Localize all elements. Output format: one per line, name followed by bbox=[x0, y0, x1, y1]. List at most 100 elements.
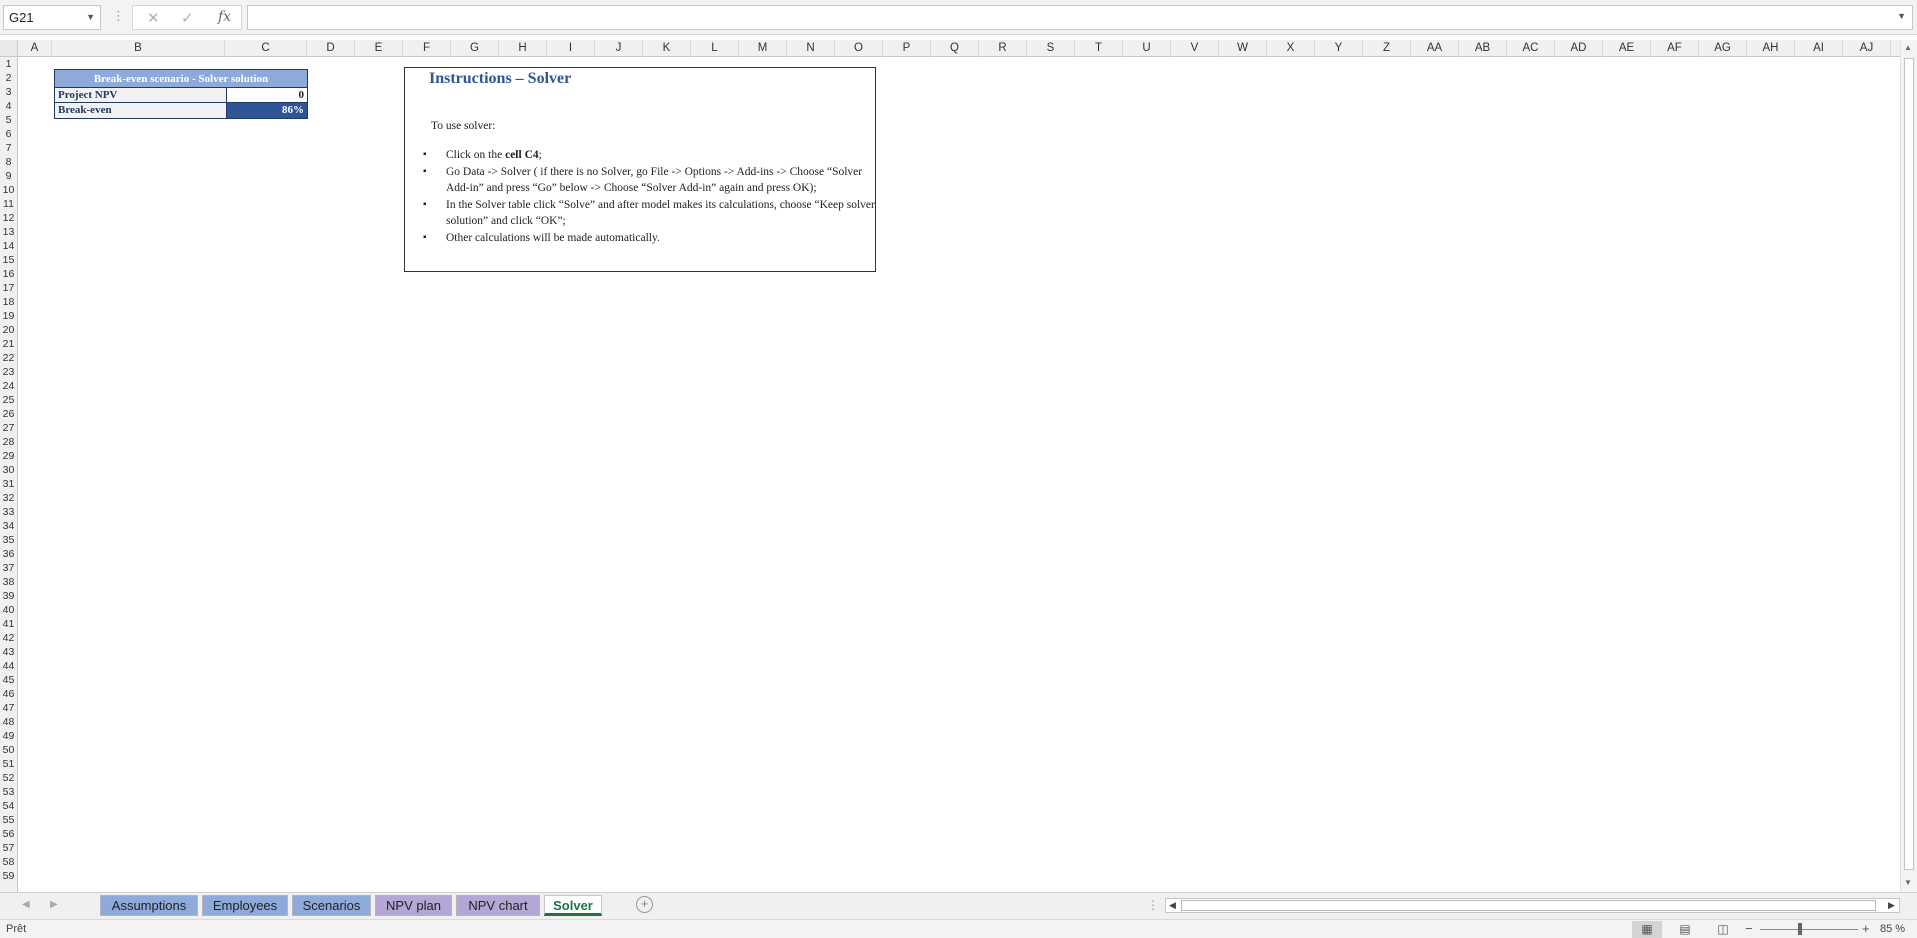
tab-npv-chart[interactable]: NPV chart bbox=[456, 895, 540, 916]
enter-icon[interactable]: ✓ bbox=[181, 9, 194, 27]
row-header[interactable]: 36 bbox=[0, 547, 17, 561]
scroll-left-icon[interactable]: ◀ bbox=[1169, 900, 1176, 911]
break-even-value[interactable]: 86% bbox=[227, 103, 307, 118]
row-header[interactable]: 11 bbox=[0, 197, 17, 211]
next-sheet-icon[interactable]: ▶ bbox=[50, 899, 58, 910]
cancel-icon[interactable]: ✕ bbox=[147, 9, 160, 27]
column-header[interactable]: AE bbox=[1603, 40, 1651, 57]
row-header[interactable]: 32 bbox=[0, 491, 17, 505]
row-header[interactable]: 45 bbox=[0, 673, 17, 687]
tab-solver[interactable]: Solver bbox=[544, 895, 602, 916]
row-header[interactable]: 9 bbox=[0, 169, 17, 183]
column-header[interactable]: O bbox=[835, 40, 883, 57]
name-box[interactable]: G21 ▼ bbox=[3, 5, 101, 30]
row-header[interactable]: 5 bbox=[0, 113, 17, 127]
row-header[interactable]: 37 bbox=[0, 561, 17, 575]
row-header[interactable]: 39 bbox=[0, 589, 17, 603]
row-header[interactable]: 43 bbox=[0, 645, 17, 659]
zoom-slider-thumb[interactable] bbox=[1798, 923, 1802, 935]
row-header[interactable]: 25 bbox=[0, 393, 17, 407]
row-header[interactable]: 51 bbox=[0, 757, 17, 771]
column-header[interactable]: B bbox=[52, 40, 225, 57]
column-header[interactable]: Q bbox=[931, 40, 979, 57]
column-header[interactable]: J bbox=[595, 40, 643, 57]
row-header[interactable]: 57 bbox=[0, 841, 17, 855]
tab-assumptions[interactable]: Assumptions bbox=[100, 895, 198, 916]
row-header[interactable]: 58 bbox=[0, 855, 17, 869]
column-header[interactable]: K bbox=[643, 40, 691, 57]
column-header[interactable]: S bbox=[1027, 40, 1075, 57]
row-header[interactable]: 35 bbox=[0, 533, 17, 547]
row-header[interactable]: 31 bbox=[0, 477, 17, 491]
prev-sheet-icon[interactable]: ◀ bbox=[22, 899, 30, 910]
scroll-right-icon[interactable]: ▶ bbox=[1888, 900, 1895, 911]
row-header[interactable]: 12 bbox=[0, 211, 17, 225]
row-header[interactable]: 4 bbox=[0, 99, 17, 113]
column-header[interactable]: Z bbox=[1363, 40, 1411, 57]
row-header[interactable]: 54 bbox=[0, 799, 17, 813]
row-header[interactable]: 14 bbox=[0, 239, 17, 253]
chevron-down-icon[interactable]: ▼ bbox=[86, 6, 95, 29]
column-header[interactable]: V bbox=[1171, 40, 1219, 57]
row-header[interactable]: 53 bbox=[0, 785, 17, 799]
tab-npv-plan[interactable]: NPV plan bbox=[375, 895, 452, 916]
row-header[interactable]: 40 bbox=[0, 603, 17, 617]
row-header[interactable]: 26 bbox=[0, 407, 17, 421]
zoom-in-icon[interactable]: + bbox=[1862, 921, 1870, 936]
row-header[interactable]: 28 bbox=[0, 435, 17, 449]
column-header[interactable]: AH bbox=[1747, 40, 1795, 57]
vertical-scroll-thumb[interactable] bbox=[1904, 58, 1914, 870]
row-header[interactable]: 41 bbox=[0, 617, 17, 631]
row-header[interactable]: 13 bbox=[0, 225, 17, 239]
column-header[interactable]: AC bbox=[1507, 40, 1555, 57]
column-header[interactable]: W bbox=[1219, 40, 1267, 57]
column-header[interactable]: U bbox=[1123, 40, 1171, 57]
row-header[interactable]: 48 bbox=[0, 715, 17, 729]
row-header[interactable]: 2 bbox=[0, 71, 17, 85]
row-header[interactable]: 38 bbox=[0, 575, 17, 589]
column-header[interactable]: G bbox=[451, 40, 499, 57]
row-header[interactable]: 23 bbox=[0, 365, 17, 379]
row-header[interactable]: 17 bbox=[0, 281, 17, 295]
column-header[interactable]: N bbox=[787, 40, 835, 57]
column-header[interactable]: X bbox=[1267, 40, 1315, 57]
row-header[interactable]: 18 bbox=[0, 295, 17, 309]
zoom-level[interactable]: 85 % bbox=[1880, 923, 1905, 935]
scroll-up-icon[interactable]: ▲ bbox=[1904, 43, 1912, 52]
row-header[interactable]: 24 bbox=[0, 379, 17, 393]
row-header[interactable]: 21 bbox=[0, 337, 17, 351]
break-even-label[interactable]: Break-even bbox=[55, 103, 227, 118]
row-header[interactable]: 3 bbox=[0, 85, 17, 99]
column-header[interactable]: F bbox=[403, 40, 451, 57]
normal-view-icon[interactable]: ▦ bbox=[1632, 921, 1662, 938]
select-all-corner[interactable] bbox=[0, 40, 18, 57]
column-header[interactable]: R bbox=[979, 40, 1027, 57]
row-header[interactable]: 33 bbox=[0, 505, 17, 519]
row-header[interactable]: 7 bbox=[0, 141, 17, 155]
row-header[interactable]: 16 bbox=[0, 267, 17, 281]
column-header[interactable]: AB bbox=[1459, 40, 1507, 57]
row-header[interactable]: 56 bbox=[0, 827, 17, 841]
column-header[interactable]: AG bbox=[1699, 40, 1747, 57]
horizontal-scroll-thumb[interactable] bbox=[1181, 900, 1876, 911]
column-header[interactable]: M bbox=[739, 40, 787, 57]
row-header[interactable]: 19 bbox=[0, 309, 17, 323]
column-header[interactable]: C bbox=[225, 40, 307, 57]
column-header[interactable]: T bbox=[1075, 40, 1123, 57]
row-header[interactable]: 50 bbox=[0, 743, 17, 757]
scroll-down-icon[interactable]: ▼ bbox=[1904, 878, 1912, 887]
row-header[interactable]: 8 bbox=[0, 155, 17, 169]
column-header[interactable]: Y bbox=[1315, 40, 1363, 57]
row-header[interactable]: 46 bbox=[0, 687, 17, 701]
expand-formula-icon[interactable]: ▼ bbox=[1897, 11, 1906, 21]
row-header[interactable]: 47 bbox=[0, 701, 17, 715]
row-header[interactable]: 44 bbox=[0, 659, 17, 673]
formula-input[interactable]: ▼ bbox=[247, 5, 1913, 30]
row-header[interactable]: 6 bbox=[0, 127, 17, 141]
column-header[interactable]: A bbox=[18, 40, 52, 57]
zoom-slider[interactable] bbox=[1760, 929, 1858, 930]
column-header[interactable]: P bbox=[883, 40, 931, 57]
row-header[interactable]: 52 bbox=[0, 771, 17, 785]
column-header[interactable]: E bbox=[355, 40, 403, 57]
row-header[interactable]: 49 bbox=[0, 729, 17, 743]
